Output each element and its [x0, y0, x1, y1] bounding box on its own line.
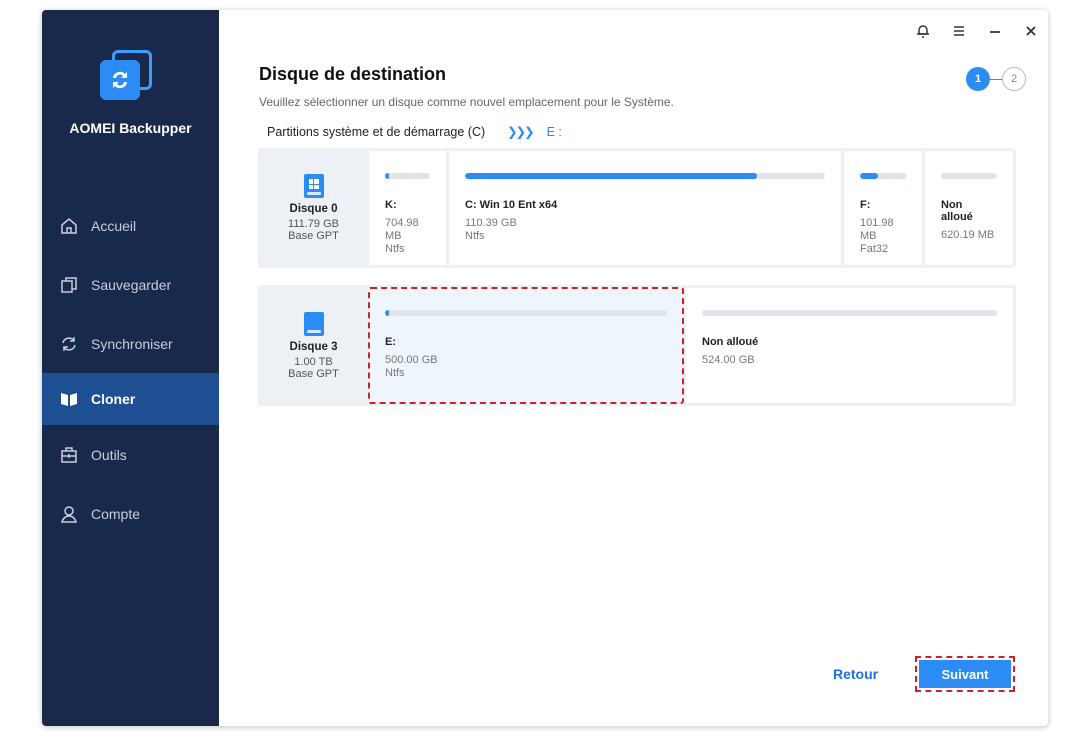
usage-bar [465, 173, 825, 179]
partition-fs: Ntfs [465, 230, 485, 242]
close-icon[interactable] [1020, 20, 1042, 42]
step-2: 2 [1002, 67, 1026, 91]
back-button[interactable]: Retour [833, 666, 878, 682]
partition-name: Non alloué [702, 336, 759, 348]
next-button[interactable]: Suivant [919, 660, 1011, 688]
step-indicator: 1 2 [966, 67, 1026, 91]
source-label: Partitions système et de démarrage (C) [267, 124, 486, 139]
partition-e[interactable]: E: 500.00 GB Ntfs [368, 287, 684, 404]
partition-size: 704.98 MB [385, 217, 419, 242]
disk-name: Disque 3 [289, 340, 338, 353]
partition-fs: Ntfs [385, 367, 405, 379]
disk-type: Base GPT [288, 230, 339, 242]
copy-icon [59, 275, 79, 295]
toolbox-icon [59, 445, 79, 465]
sidebar-item-accueil[interactable]: Accueil [42, 196, 219, 255]
main-content: Disque de destination Veuillez sélection… [219, 10, 1048, 726]
sidebar: AOMEI Backupper Accueil Sauvegarder Sync… [42, 10, 219, 726]
arrow-icon: ❯❯❯ [507, 125, 534, 139]
usage-fill [385, 173, 389, 179]
usage-bar [860, 173, 906, 179]
partition-size: 524.00 GB [702, 354, 755, 366]
disk-name: Disque 0 [289, 203, 338, 215]
sidebar-item-cloner[interactable]: Cloner [42, 373, 219, 425]
usage-bar [385, 173, 430, 179]
clone-icon [59, 389, 79, 409]
clone-path-breadcrumb: Partitions système et de démarrage (C) ❯… [267, 124, 562, 140]
sidebar-item-outils[interactable]: Outils [42, 425, 219, 484]
app-window: AOMEI Backupper Accueil Sauvegarder Sync… [42, 10, 1048, 726]
partition-c[interactable]: C: Win 10 Ent x64 110.39 GB Ntfs [449, 151, 841, 265]
page-subtitle: Veuillez sélectionner un disque comme no… [259, 95, 674, 109]
disk-info[interactable]: Disque 0 111.79 GB Base GPT [261, 151, 366, 265]
partition-name: Non alloué [941, 199, 973, 223]
sidebar-nav: Accueil Sauvegarder Synchroniser Cloner [42, 196, 219, 543]
sidebar-item-label: Outils [91, 446, 127, 463]
step-1: 1 [966, 67, 990, 91]
partition-unallocated[interactable]: Non alloué 620.19 MB [925, 151, 1013, 265]
app-logo-icon [98, 48, 154, 104]
usage-fill [465, 173, 757, 179]
usage-fill [860, 173, 879, 179]
system-disk-icon [303, 174, 324, 198]
usage-fill [385, 310, 389, 316]
partition-size: 101.98 MB [860, 217, 894, 242]
partition-f[interactable]: F: 101.98 MB Fat32 [844, 151, 922, 265]
disk-info[interactable]: Disque 3 1.00 TB Base GPT [261, 288, 366, 403]
partition-fs: Ntfs [385, 243, 405, 255]
next-button-highlight: Suivant [915, 656, 1015, 692]
sidebar-item-label: Compte [91, 505, 141, 522]
user-icon [59, 504, 79, 524]
partition-size: 500.00 GB [385, 354, 438, 366]
app-name: AOMEI Backupper [69, 120, 192, 136]
partition-size: 110.39 GB [465, 217, 517, 229]
disk-size: 111.79 GB [288, 218, 339, 230]
home-icon [59, 216, 79, 236]
usage-bar [385, 310, 667, 316]
page-title: Disque de destination [259, 64, 447, 84]
menu-icon[interactable] [948, 20, 970, 42]
partition-name: K: [385, 199, 397, 211]
sidebar-item-compte[interactable]: Compte [42, 484, 219, 543]
partition-name: C: Win 10 Ent x64 [465, 199, 558, 211]
sidebar-item-label: Synchroniser [91, 335, 173, 352]
partition-k[interactable]: K: 704.98 MB Ntfs [369, 151, 446, 265]
disk-icon [303, 311, 324, 336]
disk-row: Disque 3 1.00 TB Base GPT E: 500.00 GB N… [258, 285, 1016, 406]
titlebar-controls [912, 20, 1042, 42]
sidebar-item-label: Sauvegarder [91, 276, 172, 293]
minimize-icon[interactable] [984, 20, 1006, 42]
partition-unallocated[interactable]: Non alloué 524.00 GB [686, 288, 1013, 403]
partition-fs: Fat32 [860, 243, 889, 255]
sidebar-item-synchroniser[interactable]: Synchroniser [42, 314, 219, 373]
sidebar-item-label: Accueil [91, 217, 137, 234]
partition-name: F: [860, 199, 871, 211]
disk-size: 1.00 TB [294, 355, 333, 368]
sidebar-item-sauvegarder[interactable]: Sauvegarder [42, 255, 219, 314]
target-label: E : [546, 124, 562, 139]
disk-row: Disque 0 111.79 GB Base GPT K: 704.98 MB… [258, 148, 1016, 268]
usage-bar [941, 173, 997, 179]
sync-icon [59, 334, 79, 354]
partition-size: 620.19 MB [941, 229, 995, 241]
disk-type: Base GPT [288, 367, 339, 380]
partition-name: E: [385, 336, 396, 348]
usage-bar [702, 310, 997, 316]
bell-icon[interactable] [912, 20, 934, 42]
sidebar-item-label: Cloner [91, 391, 136, 407]
